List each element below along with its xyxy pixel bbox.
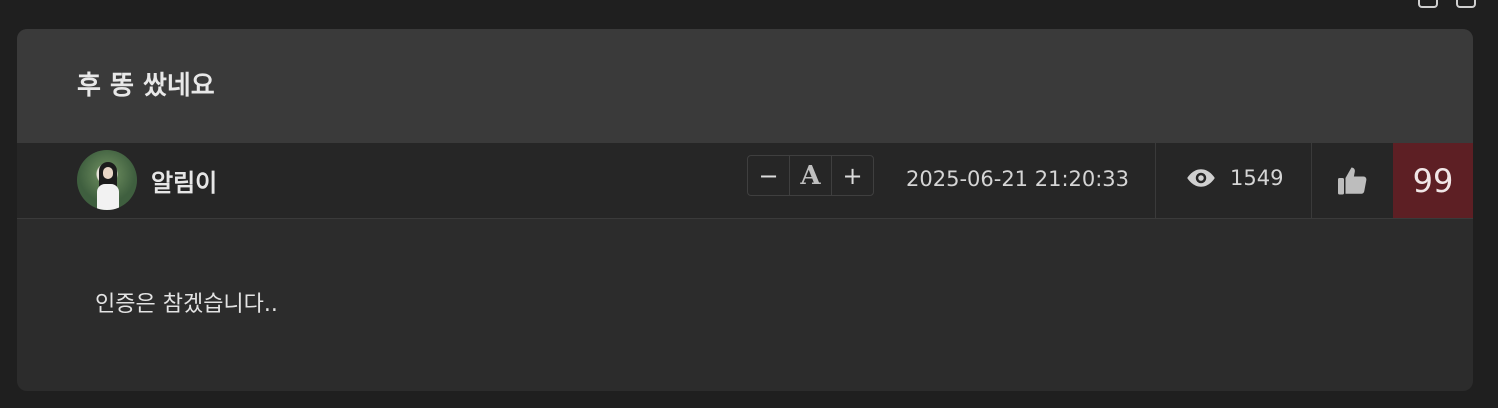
font-size-control: − A +: [747, 155, 874, 196]
meta-divider: [1155, 143, 1156, 218]
views-stat: 1549: [1186, 163, 1283, 193]
post-date: 2025-06-21 21:20:33: [906, 167, 1130, 191]
checkbox-icon[interactable]: [1456, 0, 1476, 8]
eye-icon: [1187, 169, 1215, 187]
clipped-page-title: [40, 0, 56, 20]
post-card: 후 똥 쌌네요 알림이 − A + 2025-06-21 21:20:33 15…: [17, 29, 1473, 391]
font-reset-button[interactable]: A: [790, 156, 832, 195]
avatar-shirt: [97, 184, 119, 210]
post-body: 인증은 참겠습니다..: [95, 292, 278, 317]
meta-divider: [1311, 143, 1312, 218]
font-decrease-button[interactable]: −: [748, 156, 790, 195]
checkbox-option-1[interactable]: [1418, 0, 1438, 8]
top-strip: [0, 0, 1498, 20]
post-meta-row: 알림이 − A + 2025-06-21 21:20:33 1549 99: [17, 143, 1473, 219]
thumbs-up-icon[interactable]: [1335, 163, 1371, 199]
post-header: 후 똥 쌌네요: [17, 29, 1473, 143]
checkbox-option-2[interactable]: [1456, 0, 1476, 8]
checkbox-icon[interactable]: [1418, 0, 1438, 8]
avatar[interactable]: [77, 150, 137, 210]
post-title: 후 똥 쌌네요: [77, 71, 215, 101]
avatar-face: [103, 167, 113, 179]
top-checkbox-group: [1418, 0, 1476, 8]
views-count: 1549: [1230, 166, 1284, 190]
author-name[interactable]: 알림이: [151, 163, 217, 198]
font-increase-button[interactable]: +: [832, 156, 873, 195]
like-count[interactable]: 99: [1393, 143, 1473, 218]
